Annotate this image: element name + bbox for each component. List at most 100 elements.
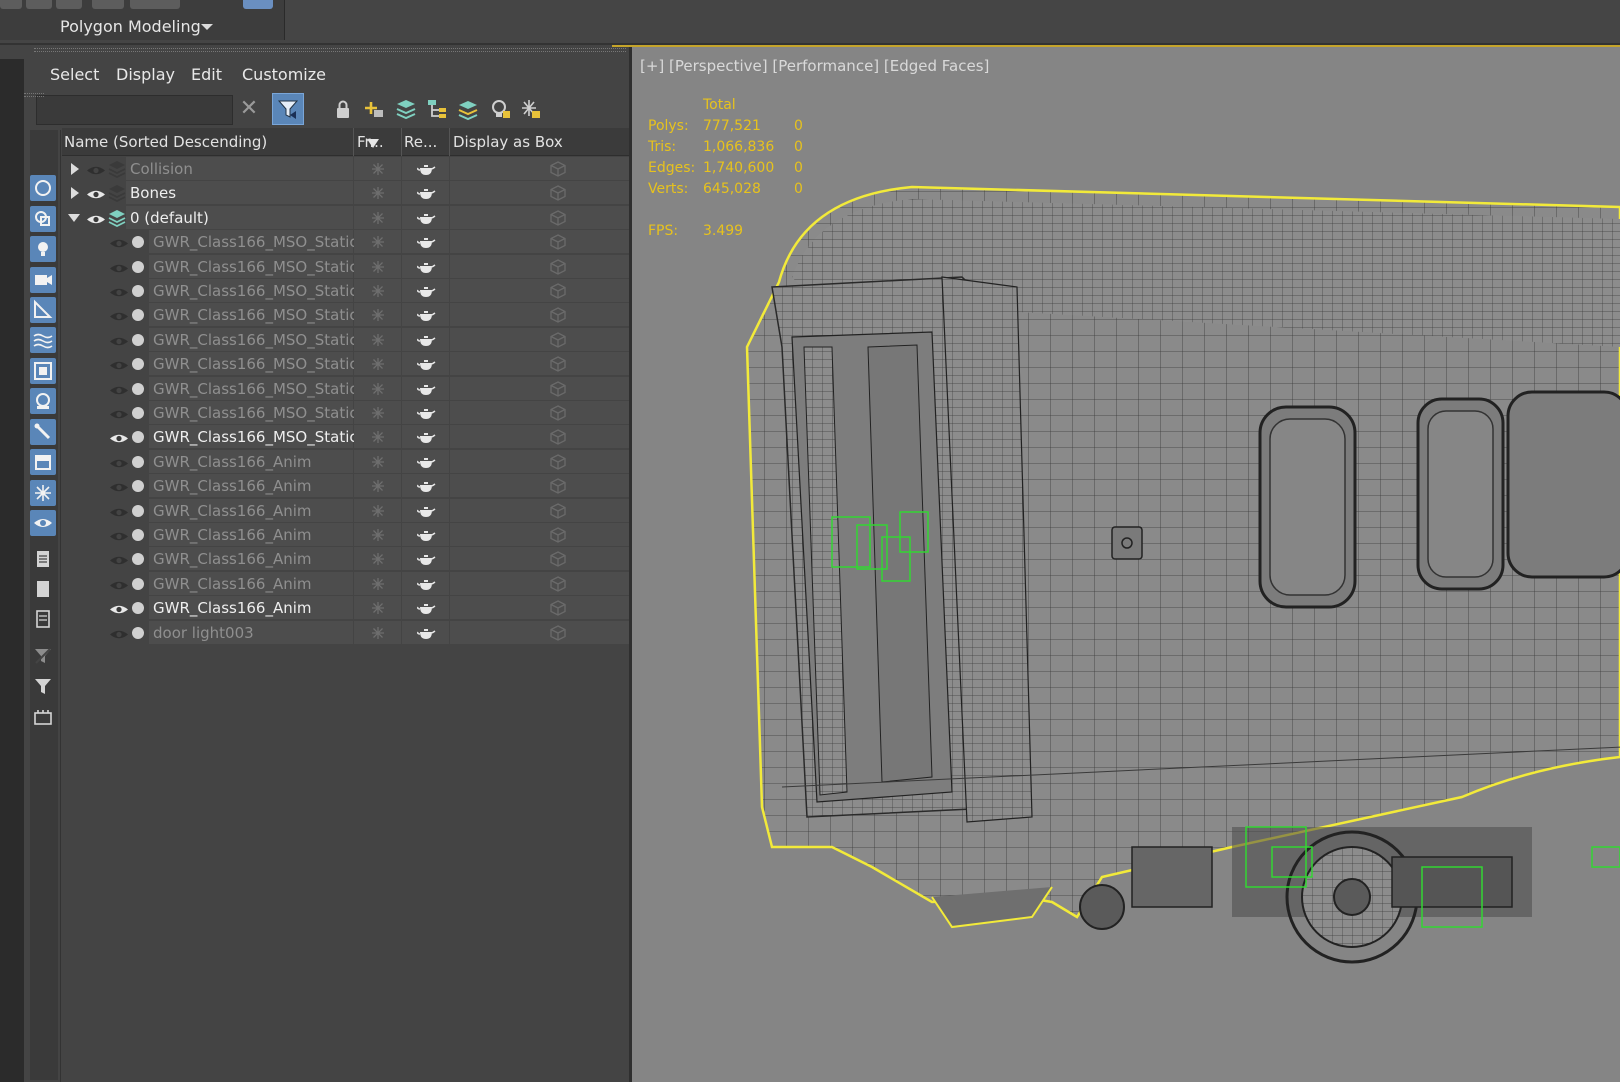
tree-row[interactable]: GWR_Class166_MSO_Static bbox=[62, 328, 629, 352]
freeze-toggle[interactable] bbox=[354, 328, 401, 351]
chevron-right-icon[interactable] bbox=[71, 187, 79, 199]
menu-edit[interactable]: Edit bbox=[191, 65, 222, 84]
freeze-toggle[interactable] bbox=[354, 181, 401, 204]
display-as-box-toggle[interactable] bbox=[450, 499, 629, 522]
filter-cameras-button[interactable] bbox=[30, 267, 56, 293]
lock-icon[interactable] bbox=[331, 97, 355, 121]
column-separator[interactable] bbox=[401, 128, 402, 156]
freeze-toggle[interactable] bbox=[354, 621, 401, 644]
display-as-box-toggle[interactable] bbox=[450, 303, 629, 326]
train-carriage-model[interactable]: [+] [Perspective] [Performance] [Edged F… bbox=[632, 47, 1620, 1082]
search-input[interactable] bbox=[36, 95, 233, 125]
display-as-box-toggle[interactable] bbox=[450, 255, 629, 278]
visibility-toggle[interactable] bbox=[109, 504, 129, 517]
display-as-box-toggle[interactable] bbox=[450, 377, 629, 400]
freeze-toggle[interactable] bbox=[354, 279, 401, 302]
close-icon[interactable]: ✕ bbox=[237, 97, 261, 121]
display-as-box-toggle[interactable] bbox=[450, 572, 629, 595]
visibility-toggle[interactable] bbox=[109, 382, 129, 395]
freeze-toggle[interactable] bbox=[354, 255, 401, 278]
freeze-toggle[interactable] bbox=[354, 596, 401, 619]
visibility-toggle[interactable] bbox=[109, 430, 129, 443]
visibility-toggle[interactable] bbox=[109, 235, 129, 248]
visibility-toggle[interactable] bbox=[109, 260, 129, 273]
tree-row[interactable]: GWR_Class166_Anim bbox=[62, 474, 629, 498]
layer-row[interactable]: Bones bbox=[62, 181, 629, 205]
filter-helpers-button[interactable] bbox=[30, 297, 56, 323]
renderable-toggle[interactable] bbox=[402, 157, 449, 180]
display-as-box-toggle[interactable] bbox=[450, 596, 629, 619]
layers-icon[interactable] bbox=[394, 97, 418, 121]
filter-xrefs-button[interactable] bbox=[30, 388, 56, 414]
filter-spacewarps-button[interactable] bbox=[30, 327, 56, 353]
display-as-box-toggle[interactable] bbox=[450, 157, 629, 180]
viewport-label[interactable]: [+] [Perspective] [Performance] [Edged F… bbox=[640, 57, 989, 75]
renderable-toggle[interactable] bbox=[402, 279, 449, 302]
freeze-toggle[interactable] bbox=[354, 206, 401, 229]
column-header-name[interactable]: Name (Sorted Descending) bbox=[64, 133, 267, 151]
tree-row[interactable]: GWR_Class166_Anim bbox=[62, 450, 629, 474]
tree-row[interactable]: GWR_Class166_Anim bbox=[62, 547, 629, 571]
filter-groups-button[interactable] bbox=[30, 358, 56, 384]
freeze-toggle[interactable] bbox=[354, 401, 401, 424]
display-as-box-toggle[interactable] bbox=[450, 181, 629, 204]
toolbar-button-stub[interactable] bbox=[243, 0, 273, 9]
renderable-toggle[interactable] bbox=[402, 328, 449, 351]
renderable-toggle[interactable] bbox=[402, 377, 449, 400]
panel-grip[interactable] bbox=[24, 93, 44, 97]
renderable-toggle[interactable] bbox=[402, 621, 449, 644]
toolbar-button-stub[interactable] bbox=[130, 0, 180, 9]
display-as-box-toggle[interactable] bbox=[450, 279, 629, 302]
display-as-box-toggle[interactable] bbox=[450, 621, 629, 644]
renderable-toggle[interactable] bbox=[402, 572, 449, 595]
ribbon-title[interactable]: Polygon Modeling bbox=[60, 17, 201, 36]
toolbar-button-stub[interactable] bbox=[56, 0, 82, 9]
freeze-layer-icon[interactable] bbox=[519, 97, 543, 121]
filter-containers-button[interactable] bbox=[30, 449, 56, 475]
renderable-toggle[interactable] bbox=[402, 499, 449, 522]
chevron-right-icon[interactable] bbox=[71, 163, 79, 175]
display-as-box-toggle[interactable] bbox=[450, 523, 629, 546]
column-header-frozen[interactable]: Fr... bbox=[357, 133, 384, 151]
filter-shapes-button[interactable] bbox=[30, 206, 56, 232]
freeze-toggle[interactable] bbox=[354, 425, 401, 448]
freeze-toggle[interactable] bbox=[354, 572, 401, 595]
layer-row[interactable]: 0 (default) bbox=[62, 206, 629, 230]
visibility-toggle[interactable] bbox=[109, 455, 129, 468]
toolbar-button-stub[interactable] bbox=[0, 0, 22, 9]
tree-row[interactable]: GWR_Class166_Anim bbox=[62, 523, 629, 547]
renderable-toggle[interactable] bbox=[402, 547, 449, 570]
menu-customize[interactable]: Customize bbox=[242, 65, 326, 84]
filter-lights-button[interactable] bbox=[30, 236, 56, 262]
visibility-toggle[interactable] bbox=[86, 186, 106, 199]
tree-row[interactable]: door light003 bbox=[62, 621, 629, 645]
filter-on-button[interactable] bbox=[30, 673, 56, 699]
selection-set-button[interactable] bbox=[30, 704, 56, 730]
freeze-toggle[interactable] bbox=[354, 303, 401, 326]
renderable-toggle[interactable] bbox=[402, 230, 449, 253]
select-invert-button[interactable] bbox=[30, 606, 56, 632]
visibility-toggle[interactable] bbox=[109, 577, 129, 590]
menu-select[interactable]: Select bbox=[50, 65, 99, 84]
tree-row[interactable]: GWR_Class166_MSO_Static bbox=[62, 425, 629, 449]
visibility-toggle[interactable] bbox=[109, 552, 129, 565]
filter-geometry-button[interactable] bbox=[30, 175, 56, 201]
freeze-toggle[interactable] bbox=[354, 474, 401, 497]
renderable-toggle[interactable] bbox=[402, 450, 449, 473]
freeze-toggle[interactable] bbox=[354, 352, 401, 375]
column-header-render[interactable]: Re... bbox=[404, 133, 437, 151]
filter-bones-button[interactable] bbox=[30, 419, 56, 445]
visibility-toggle[interactable] bbox=[109, 479, 129, 492]
tree-row[interactable]: GWR_Class166_MSO_Static bbox=[62, 401, 629, 425]
renderable-toggle[interactable] bbox=[402, 401, 449, 424]
tree-row[interactable]: GWR_Class166_MSO_Static bbox=[62, 279, 629, 303]
renderable-toggle[interactable] bbox=[402, 352, 449, 375]
renderable-toggle[interactable] bbox=[402, 303, 449, 326]
visibility-toggle[interactable] bbox=[109, 357, 129, 370]
visibility-toggle[interactable] bbox=[109, 626, 129, 639]
display-as-box-toggle[interactable] bbox=[450, 352, 629, 375]
tree-row[interactable]: GWR_Class166_Anim bbox=[62, 572, 629, 596]
display-as-box-toggle[interactable] bbox=[450, 450, 629, 473]
visibility-toggle[interactable] bbox=[109, 333, 129, 346]
freeze-toggle[interactable] bbox=[354, 450, 401, 473]
